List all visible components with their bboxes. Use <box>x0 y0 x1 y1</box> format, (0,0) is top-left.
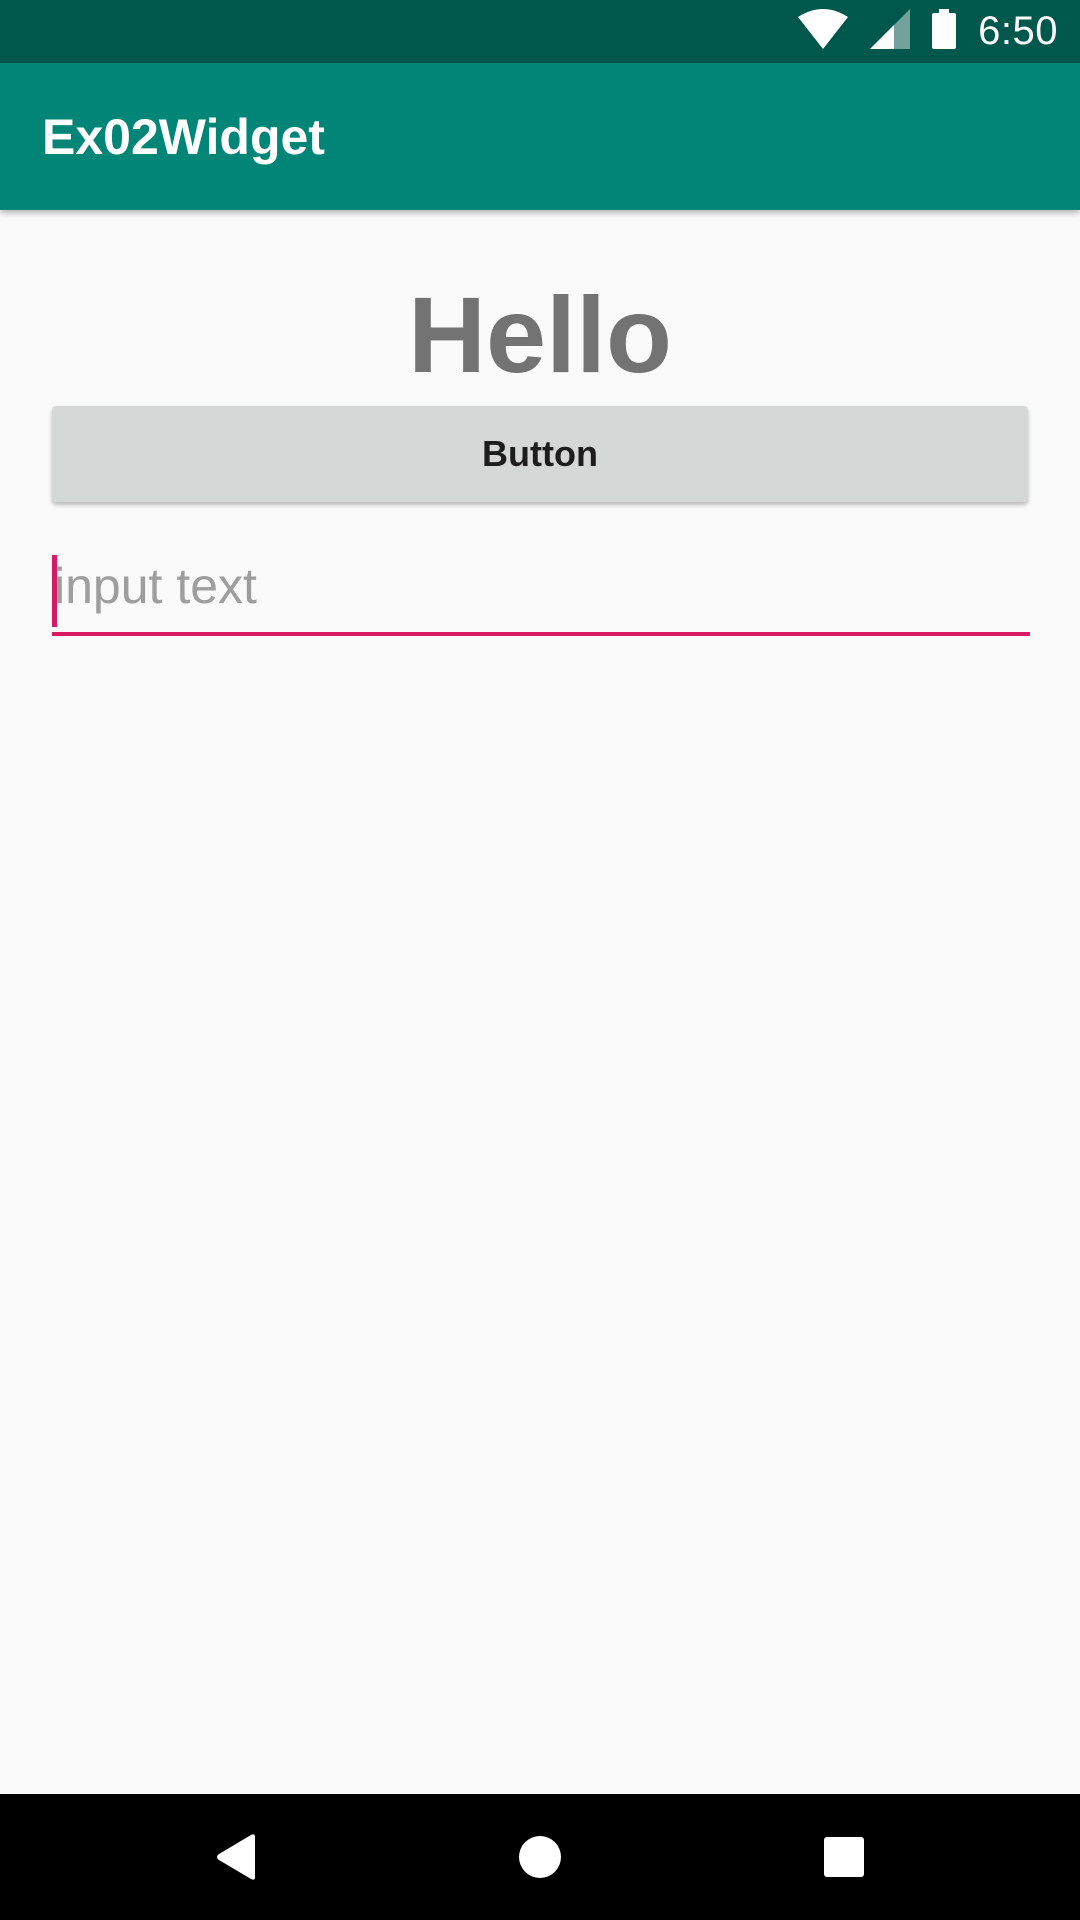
input-field-container <box>52 540 1030 636</box>
back-icon <box>217 1834 255 1880</box>
home-button[interactable] <box>460 1794 620 1920</box>
home-icon <box>519 1836 561 1878</box>
status-time: 6:50 <box>978 9 1058 53</box>
text-input[interactable] <box>52 540 1030 636</box>
battery-icon <box>932 9 957 54</box>
back-button[interactable] <box>157 1794 317 1920</box>
main-button[interactable]: Button <box>52 406 1028 502</box>
app-bar: Ex02Widget <box>0 63 1080 210</box>
recents-icon <box>824 1837 864 1877</box>
recents-button[interactable] <box>764 1794 924 1920</box>
navigation-bar <box>0 1794 1080 1920</box>
cell-signal-icon <box>870 9 911 54</box>
hello-text: Hello <box>407 274 673 395</box>
app-title: Ex02Widget <box>42 108 325 165</box>
text-caret <box>52 555 57 627</box>
wifi-icon <box>798 9 849 54</box>
status-bar: 6:50 <box>0 0 1080 63</box>
main-content: Hello Button <box>0 210 1080 1794</box>
